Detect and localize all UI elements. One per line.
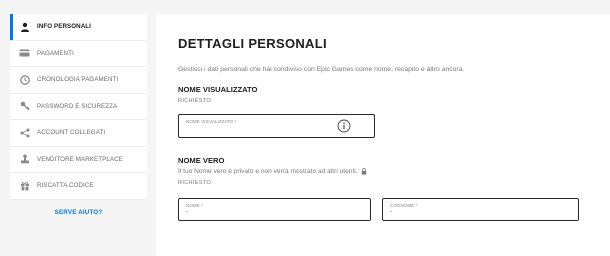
sidebar-item-marketplace-seller[interactable]: VENDITORE MARKETPLACE	[10, 147, 147, 173]
real-name-description-text: Il tuo Nome vero è privato e non verrà m…	[178, 168, 358, 175]
share-icon	[19, 127, 30, 138]
page-description: Gestisci i dati personali che hai condiv…	[178, 66, 465, 73]
sidebar-item-label: ACCOUNT COLLEGATI	[37, 129, 106, 137]
last-name-field[interactable]: COGNOME * -	[382, 198, 579, 221]
display-name-required: RICHIESTO	[178, 98, 212, 104]
sidebar-item-label: INFO PERSONALI	[37, 23, 91, 31]
real-name-heading: NOME VERO	[178, 156, 225, 165]
key-icon	[19, 101, 30, 112]
display-name-field[interactable]: NOME VISUALIZZATO *	[178, 114, 375, 138]
sidebar-item-label: CRONOLOGIA PAGAMENTI	[37, 76, 119, 84]
help-link[interactable]: SERVE AIUTO?	[10, 209, 147, 216]
lock-icon	[361, 168, 367, 175]
sidebar-item-label: PAGAMENTI	[37, 49, 74, 57]
real-name-required: RICHIESTO	[178, 180, 212, 186]
display-name-heading: NOME VISUALIZZATO	[178, 85, 258, 94]
sidebar-item-payments[interactable]: PAGAMENTI	[10, 41, 147, 67]
sidebar-item-linked-accounts[interactable]: ACCOUNT COLLEGATI	[10, 120, 147, 147]
last-name-field-value: -	[390, 209, 392, 215]
sidebar-item-label: RISCATTA CODICE	[37, 182, 94, 190]
main-panel: DETTAGLI PERSONALI Gestisci i dati perso…	[156, 14, 610, 256]
real-name-description: Il tuo Nome vero è privato e non verrà m…	[178, 168, 367, 175]
history-icon	[19, 74, 30, 85]
sidebar: INFO PERSONALI PAGAMENTI CRONOLOGIA PAGA…	[10, 14, 147, 200]
card-icon	[19, 48, 30, 59]
user-icon	[19, 21, 30, 32]
sidebar-item-personal-info[interactable]: INFO PERSONALI	[10, 14, 147, 41]
first-name-field[interactable]: NOME * -	[178, 198, 371, 221]
last-name-field-label: COGNOME *	[390, 203, 418, 208]
sidebar-item-payment-history[interactable]: CRONOLOGIA PAGAMENTI	[10, 67, 147, 94]
stamp-icon	[19, 154, 30, 165]
sidebar-item-label: VENDITORE MARKETPLACE	[37, 155, 123, 163]
sidebar-item-label: PASSWORD E SICUREZZA	[37, 102, 118, 110]
display-name-field-label: NOME VISUALIZZATO *	[186, 119, 237, 124]
info-icon[interactable]	[337, 119, 351, 133]
page-title: DETTAGLI PERSONALI	[178, 36, 327, 51]
first-name-field-label: NOME *	[186, 203, 203, 208]
sidebar-item-password-security[interactable]: PASSWORD E SICUREZZA	[10, 94, 147, 120]
sidebar-item-redeem-code[interactable]: RISCATTA CODICE	[10, 173, 147, 200]
gift-icon	[19, 180, 30, 191]
first-name-field-value: -	[186, 209, 188, 215]
